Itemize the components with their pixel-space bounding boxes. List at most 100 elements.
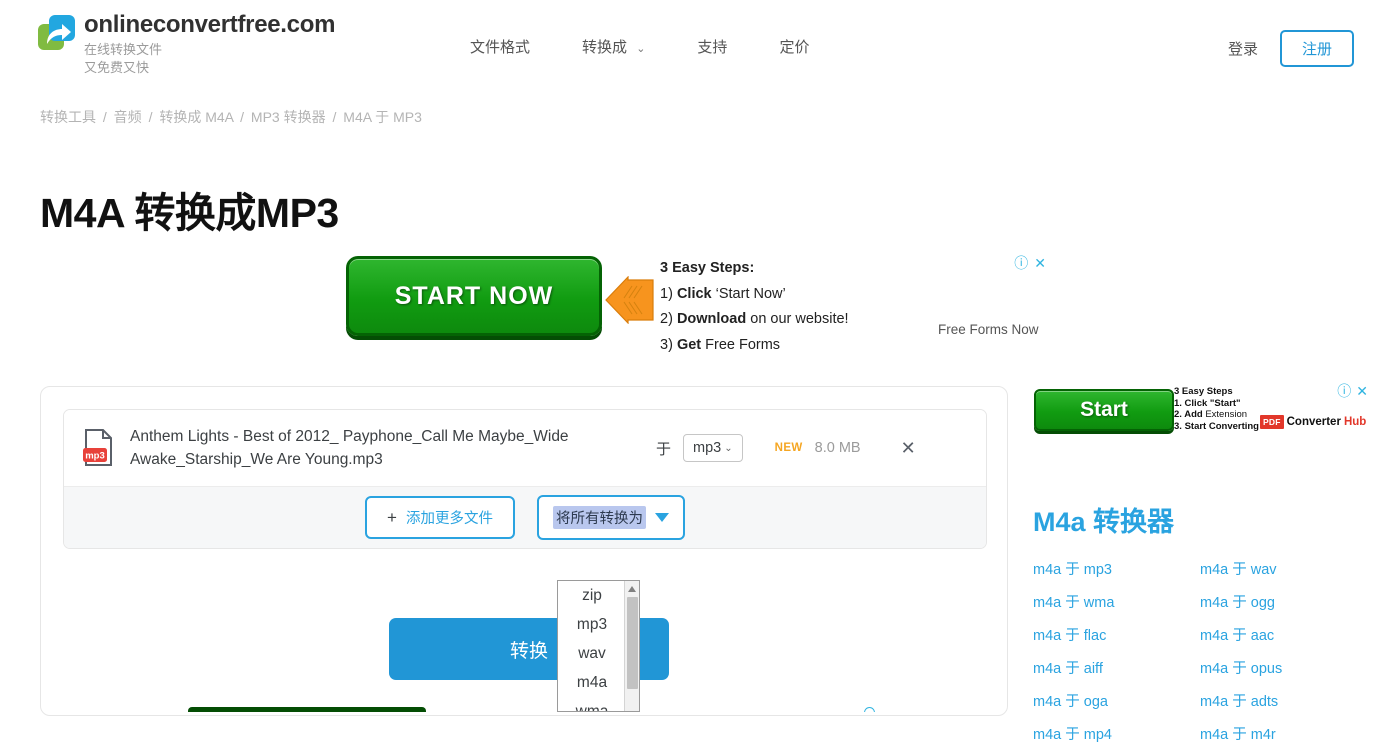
sidebar-link-m4a-mp4[interactable]: m4a 于 mp4 [1033,723,1200,744]
remove-file-icon[interactable]: ✕ [901,439,916,457]
info-circle-icon [864,707,875,712]
pdf-icon: PDF [1260,415,1284,429]
mp3-file-icon: mp3 [82,428,116,468]
format-dropdown-list[interactable]: zip mp3 wav m4a wma [557,580,640,712]
convert-to-label: 于 [656,440,672,458]
nav-item-label: 支持 [697,39,728,56]
breadcrumb-item-4: M4A 于 MP3 [343,109,422,125]
ad-start-now-label: START NOW [394,281,554,310]
logo-icon [38,14,76,52]
sidebar-advertisement: Start 3 Easy Steps 1. Click "Start" 2. A… [1028,382,1368,440]
dropdown-scrollbar[interactable] [624,581,639,711]
scrollbar-thumb[interactable] [627,597,638,689]
new-badge: NEW [774,442,803,454]
auth-actions: 登录 注册 [1228,30,1354,67]
sidebar-link-m4a-aiff[interactable]: m4a 于 aiff [1033,657,1200,678]
ad-start-now-button[interactable]: START NOW [346,256,602,336]
sidebar-link-m4a-opus[interactable]: m4a 于 opus [1200,657,1367,678]
bottom-ad-button-edge[interactable] [188,707,426,712]
add-more-files-button[interactable]: + 添加更多文件 [365,496,515,539]
ad-steps-heading: 3 Easy Steps: [660,260,755,276]
scroll-up-arrow-icon[interactable] [628,586,636,592]
top-advertisement: START NOW 3 Easy Steps: 1) Click ‘Start … [346,252,1060,356]
sidebar-link-m4a-mp3[interactable]: m4a 于 mp3 [1033,558,1200,579]
sidebar-ad-start-label: Start [1080,398,1128,421]
sidebar-link-m4a-adts[interactable]: m4a 于 adts [1200,690,1367,711]
sidebar-ad-step-1: 1. Click "Start" [1174,397,1241,409]
sidebar-link-grid: m4a 于 mp3 m4a 于 wav m4a 于 wma m4a 于 ogg … [1033,558,1373,744]
chevron-down-icon: ⌄ [724,442,733,454]
logo-arrow-icon [47,24,71,44]
breadcrumb-item-0[interactable]: 转换工具 [40,109,96,125]
chevron-down-icon [654,513,669,522]
breadcrumb-separator: / [332,109,337,125]
breadcrumb-separator: / [102,109,107,125]
ad-close-icon[interactable]: ✕ [1034,256,1046,270]
nav-item-convert-to[interactable]: 转换成 ⌄ [582,36,645,57]
signup-button[interactable]: 注册 [1279,30,1354,67]
breadcrumb-item-1[interactable]: 音频 [114,109,142,125]
add-more-files-label: 添加更多文件 [405,511,493,527]
nav-item-label: 定价 [779,39,810,56]
orange-arrow-icon [605,276,654,324]
sidebar-link-m4a-flac[interactable]: m4a 于 flac [1033,624,1200,645]
brand-title: onlineconvertfree.com [84,11,336,38]
file-list: mp3 Anthem Lights - Best of 2012_ Paypho… [63,409,987,549]
ad-close-icon[interactable]: ✕ [1356,384,1368,398]
convert-all-to-button[interactable]: 将所有转换为 [536,495,685,540]
sidebar-ad-step-3: 3. Start Converting [1174,420,1259,432]
brand-logo[interactable]: onlineconvertfree.com 在线转换文件 又免费又快 [38,10,335,76]
ad-steps-list: 3 Easy Steps: 1) Click ‘Start Now’ 2) Do… [660,258,849,360]
dropdown-option-wav[interactable]: wav [558,639,626,668]
brand-subtitle-2: 又免费又快 [84,60,150,75]
brand-subtitle-1: 在线转换文件 [84,42,163,57]
sidebar-ad-step-2: 2. Add Extension [1174,409,1248,420]
ad-step-2: 2) Download on our website! [660,311,849,327]
site-header: onlineconvertfree.com 在线转换文件 又免费又快 文件格式 … [0,0,1384,96]
breadcrumb-item-2[interactable]: 转换成 M4A [159,109,233,125]
sidebar-title: M4a 转换器 [1033,507,1175,537]
nav-item-support[interactable]: 支持 [697,36,727,57]
dropdown-option-wma[interactable]: wma [558,697,626,711]
ad-info-icon[interactable]: ⓘ [1014,256,1028,270]
file-row: mp3 Anthem Lights - Best of 2012_ Paypho… [64,410,986,486]
ad-info-icon[interactable]: ⓘ [1337,384,1351,398]
format-dropdown-options: zip mp3 wav m4a wma [558,581,626,711]
svg-text:mp3: mp3 [85,451,105,462]
sidebar-ad-controls: ⓘ ✕ [1337,384,1368,398]
breadcrumb-item-3[interactable]: MP3 转换器 [251,109,326,125]
sidebar-link-m4a-wav[interactable]: m4a 于 wav [1200,558,1367,579]
nav-item-label: 文件格式 [470,39,531,56]
dropdown-option-mp3[interactable]: mp3 [558,610,626,639]
nav-item-label: 转换成 [582,39,628,56]
sidebar-ad-steps: 3 Easy Steps 1. Click "Start" 2. Add Ext… [1174,386,1259,432]
plus-icon: + [387,507,397,527]
sidebar-link-m4a-wma[interactable]: m4a 于 wma [1033,591,1200,612]
sidebar-ad-start-button[interactable]: Start [1034,389,1174,431]
breadcrumb-separator: / [240,109,245,125]
main-navigation: 文件格式 转换成 ⌄ 支持 定价 [470,36,809,57]
sidebar-link-m4a-oga[interactable]: m4a 于 oga [1033,690,1200,711]
sidebar-link-m4a-ogg[interactable]: m4a 于 ogg [1200,591,1367,612]
converter-card: mp3 Anthem Lights - Best of 2012_ Paypho… [40,386,1008,716]
ad-step-1: 1) Click ‘Start Now’ [660,285,786,302]
page-title: M4A 转换成MP3 [40,190,339,237]
nav-item-pricing[interactable]: 定价 [779,36,809,57]
bottom-ad-info-icon[interactable] [864,707,876,712]
file-name: Anthem Lights - Best of 2012_ Payphone_C… [130,428,569,468]
convert-all-to-label: 将所有转换为 [552,506,646,529]
sidebar-ad-brand: PDF Converter Hub [1260,415,1366,429]
sidebar-link-m4a-m4r[interactable]: m4a 于 m4r [1200,723,1367,744]
login-link[interactable]: 登录 [1228,38,1258,59]
ad-controls: ⓘ ✕ [1014,256,1046,270]
dropdown-option-zip[interactable]: zip [558,581,626,610]
file-actions-bar: + 添加更多文件 将所有转换为 [64,486,986,548]
sidebar-link-m4a-aac[interactable]: m4a 于 aac [1200,624,1367,645]
target-format-select[interactable]: mp3 ⌄ [683,434,743,462]
breadcrumb: 转换工具 / 音频 / 转换成 M4A / MP3 转换器 / M4A 于 MP… [40,107,422,127]
nav-item-file-formats[interactable]: 文件格式 [470,36,530,57]
dropdown-option-m4a[interactable]: m4a [558,668,626,697]
convert-button-label: 转换 [509,640,548,662]
ad-cta-text[interactable]: Free Forms Now [938,322,1039,337]
sidebar-ad-brand-name: Converter [1286,416,1341,428]
